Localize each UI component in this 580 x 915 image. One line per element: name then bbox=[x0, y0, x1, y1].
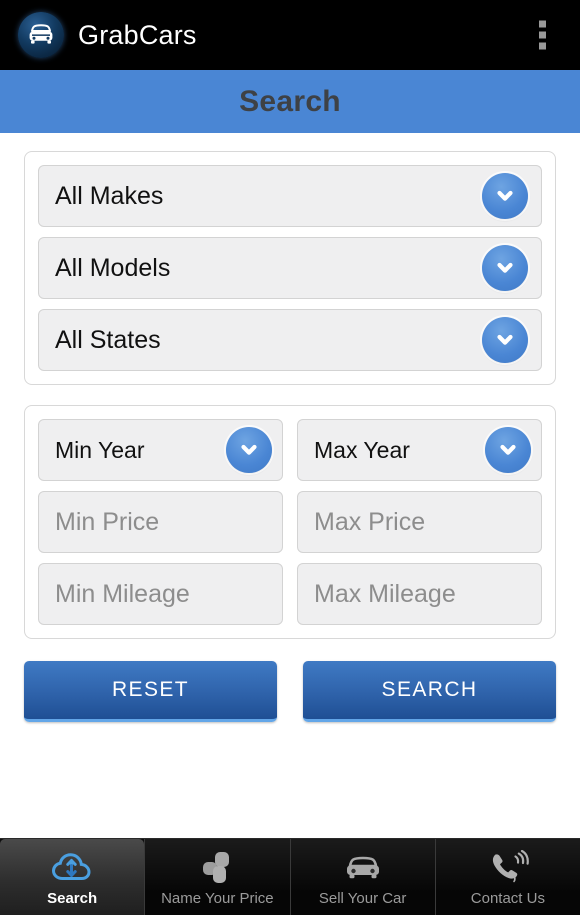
filters-card: All Makes All Models All States bbox=[24, 151, 556, 385]
app-title: GrabCars bbox=[78, 19, 197, 50]
tab-contact-us[interactable]: Contact Us bbox=[434, 839, 580, 915]
search-form: All Makes All Models All States Min Year… bbox=[0, 133, 580, 722]
tab-name-your-price-label: Name Your Price bbox=[161, 890, 274, 907]
spinner-all-states[interactable]: All States bbox=[38, 309, 542, 371]
max-price-placeholder: Max Price bbox=[314, 507, 426, 536]
overflow-menu-icon[interactable] bbox=[531, 15, 554, 56]
phone-ringing-icon bbox=[487, 847, 529, 889]
spinner-min-year[interactable]: Min Year bbox=[38, 419, 283, 481]
chevron-down-icon[interactable] bbox=[482, 173, 528, 219]
tab-contact-us-label: Contact Us bbox=[470, 890, 545, 907]
range-grid: Min Year Max Year Min Price Max Price Mi… bbox=[38, 419, 542, 625]
min-mileage-input[interactable]: Min Mileage bbox=[38, 563, 283, 625]
max-price-input[interactable]: Max Price bbox=[297, 491, 542, 553]
form-actions: RESET SEARCH bbox=[24, 661, 556, 722]
app-bar: GrabCars bbox=[0, 0, 580, 70]
page-title: Search bbox=[239, 84, 341, 118]
search-button[interactable]: SEARCH bbox=[303, 661, 556, 722]
page-title-bar: Search bbox=[0, 70, 580, 133]
tab-search-label: Search bbox=[47, 890, 98, 907]
spinner-all-makes-label: All Makes bbox=[55, 181, 164, 210]
min-mileage-placeholder: Min Mileage bbox=[55, 579, 190, 608]
reset-button[interactable]: RESET bbox=[24, 661, 277, 722]
spinner-all-makes[interactable]: All Makes bbox=[38, 165, 542, 227]
chevron-down-icon[interactable] bbox=[482, 245, 528, 291]
spinner-all-models-label: All Models bbox=[55, 253, 171, 282]
bottom-tab-bar: Search Name Your Price Sell Your Car Con… bbox=[0, 838, 580, 915]
tab-sell-your-car-label: Sell Your Car bbox=[318, 890, 407, 907]
overflow-dot bbox=[539, 31, 546, 39]
puzzle-piece-icon bbox=[197, 847, 237, 889]
min-price-input[interactable]: Min Price bbox=[38, 491, 283, 553]
spinner-all-states-label: All States bbox=[55, 325, 161, 354]
chevron-down-icon[interactable] bbox=[482, 317, 528, 363]
tab-sell-your-car[interactable]: Sell Your Car bbox=[289, 839, 435, 915]
car-front-icon bbox=[26, 22, 56, 48]
spinner-max-year[interactable]: Max Year bbox=[297, 419, 542, 481]
chevron-down-icon[interactable] bbox=[226, 427, 272, 473]
cloud-sync-icon bbox=[50, 847, 94, 889]
max-mileage-placeholder: Max Mileage bbox=[314, 579, 456, 608]
tab-search[interactable]: Search bbox=[0, 839, 145, 915]
range-card: Min Year Max Year Min Price Max Price Mi… bbox=[24, 405, 556, 639]
max-mileage-input[interactable]: Max Mileage bbox=[297, 563, 542, 625]
overflow-dot bbox=[539, 20, 546, 28]
spinner-max-year-label: Max Year bbox=[314, 436, 410, 463]
overflow-dot bbox=[539, 42, 546, 50]
car-icon bbox=[341, 847, 385, 889]
chevron-down-icon[interactable] bbox=[485, 427, 531, 473]
spinner-min-year-label: Min Year bbox=[55, 436, 145, 463]
app-logo bbox=[18, 12, 64, 58]
spinner-all-models[interactable]: All Models bbox=[38, 237, 542, 299]
min-price-placeholder: Min Price bbox=[55, 507, 160, 536]
tab-name-your-price[interactable]: Name Your Price bbox=[144, 839, 290, 915]
